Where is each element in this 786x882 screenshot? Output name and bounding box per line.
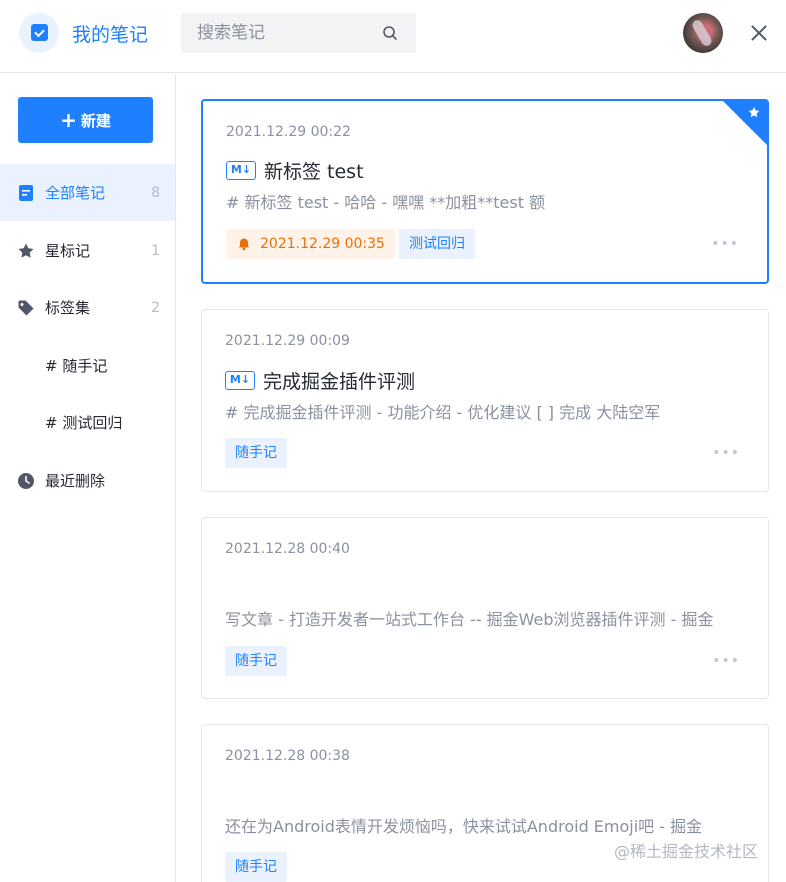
note-excerpt: # 完成掘金插件评测 - 功能介绍 - 优化建议 [ ] 完成 大陆空军 (225, 403, 661, 422)
sidebar-item-label: 全部笔记 (45, 184, 106, 202)
note-excerpt: 还在为Android表情开发烦恼吗，快来试试Android Emoji吧 - 掘… (225, 817, 703, 836)
sidebar-item-label: 标签集 (45, 299, 91, 317)
note-title: M↓ 完成掘金插件评测 (225, 367, 415, 394)
sidebar-item-tag-suishouji[interactable]: # 随手记 (0, 337, 175, 394)
app-title: 我的笔记 (72, 24, 149, 46)
note-card[interactable]: 2021.12.29 00:09 M↓ 完成掘金插件评测 # 完成掘金插件评测 … (201, 309, 769, 492)
note-title: M↓ 新标签 test (226, 157, 364, 184)
note-card[interactable]: 2021.12.28 00:40 写文章 - 打造开发者一站式工作台 -- 掘金… (201, 517, 769, 699)
tag-icon (18, 300, 34, 315)
close-icon[interactable] (746, 20, 772, 46)
star-icon (18, 243, 34, 258)
star-icon[interactable] (723, 101, 767, 145)
sidebar-item-label: # 随手记 (45, 357, 108, 375)
new-note-label: 新建 (80, 112, 111, 130)
reminder-badge[interactable]: 2021.12.29 00:35 (226, 229, 395, 259)
search-icon[interactable] (382, 25, 398, 41)
search-input[interactable] (181, 13, 376, 53)
reminder-time: 2021.12.29 00:35 (260, 236, 385, 252)
search-box[interactable] (181, 13, 416, 53)
sidebar-item-label: 星标记 (45, 242, 91, 260)
note-title-text: 新标签 test (264, 161, 364, 183)
watermark: @稀土掘金技术社区 (614, 842, 759, 861)
note-tag[interactable]: 测试回归 (399, 229, 475, 259)
clock-icon (18, 472, 34, 489)
user-avatar[interactable] (683, 13, 723, 53)
bell-icon (238, 238, 250, 251)
more-icon[interactable]: ••• (712, 445, 740, 461)
sidebar-item-label: 最近删除 (45, 472, 106, 490)
sidebar-item-label: # 测试回归 (45, 414, 123, 432)
more-icon[interactable]: ••• (711, 236, 739, 252)
sidebar-item-count: 8 (151, 184, 160, 201)
note-card[interactable]: 2021.12.29 00:22 M↓ 新标签 test # 新标签 test … (201, 99, 769, 284)
app-logo (19, 13, 59, 53)
note-tag[interactable]: 随手记 (225, 438, 287, 468)
sidebar: + 新建 全部笔记 8 星标记 1 标签集 2 # 随手记 # 测试回归 最近删… (0, 74, 176, 882)
sidebar-item-count: 2 (151, 299, 160, 316)
markdown-icon: M↓ (225, 371, 255, 390)
more-icon[interactable]: ••• (712, 653, 740, 669)
note-title-text: 完成掘金插件评测 (263, 371, 416, 393)
markdown-icon: M↓ (226, 161, 256, 180)
note-date: 2021.12.29 00:09 (225, 333, 350, 349)
note-tag[interactable]: 随手记 (225, 646, 287, 676)
sidebar-item-tags[interactable]: 标签集 2 (0, 279, 175, 336)
document-icon (19, 184, 33, 201)
note-excerpt: # 新标签 test - 哈哈 - 嘿嘿 **加粗**test 额 (226, 193, 546, 212)
note-date: 2021.12.28 00:40 (225, 541, 350, 557)
sidebar-item-count: 1 (151, 242, 160, 259)
note-date: 2021.12.29 00:22 (226, 124, 351, 140)
sidebar-item-starred[interactable]: 星标记 1 (0, 222, 175, 279)
notebook-icon (31, 24, 48, 41)
new-note-button[interactable]: + 新建 (18, 97, 153, 143)
plus-icon: + (60, 108, 77, 132)
top-bar: 我的笔记 (0, 0, 786, 73)
sidebar-item-tag-ceshihuigui[interactable]: # 测试回归 (0, 394, 175, 451)
note-date: 2021.12.28 00:38 (225, 748, 350, 764)
note-tag[interactable]: 随手记 (225, 852, 287, 882)
sidebar-item-all-notes[interactable]: 全部笔记 8 (0, 164, 175, 221)
note-excerpt: 写文章 - 打造开发者一站式工作台 -- 掘金Web浏览器插件评测 - 掘金 (225, 610, 714, 629)
note-list: 2021.12.29 00:22 M↓ 新标签 test # 新标签 test … (176, 74, 786, 882)
sidebar-item-recently-deleted[interactable]: 最近删除 (0, 452, 175, 509)
